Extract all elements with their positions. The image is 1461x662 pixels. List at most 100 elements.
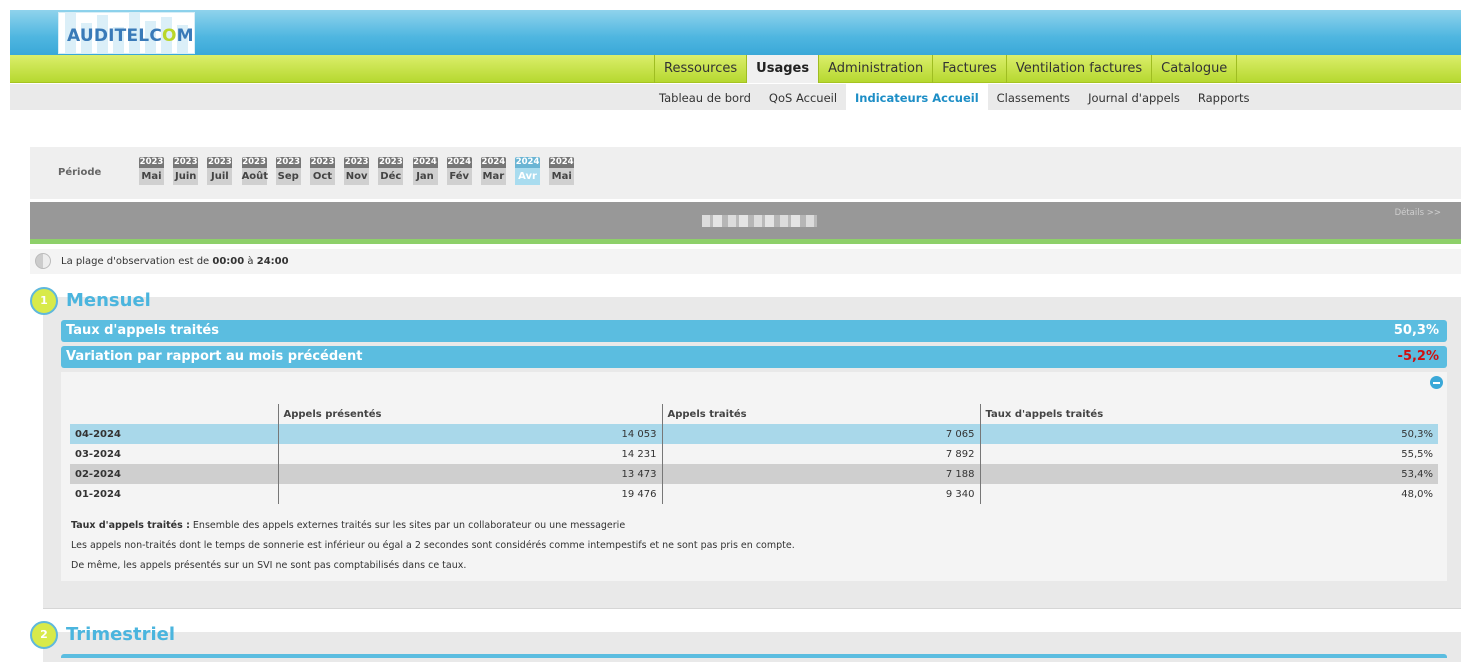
sub-nav-item-tableau-de-bord[interactable]: Tableau de bord <box>650 84 760 110</box>
month-name: Août <box>241 168 268 185</box>
monthly-details: Appels présentés Appels traités Taux d'a… <box>61 372 1447 581</box>
monthly-table: Appels présentés Appels traités Taux d'a… <box>70 404 1438 504</box>
month-button[interactable]: 2023 Sep <box>275 157 301 185</box>
section-number-badge: 1 <box>30 287 58 315</box>
table-cell-presented: 19 476 <box>277 484 662 504</box>
kpi-bar-partial <box>61 654 1447 658</box>
month-name: Mai <box>549 168 575 185</box>
month-button[interactable]: 2023 Mai <box>139 157 164 185</box>
month-name: Juil <box>207 168 233 185</box>
main-nav: Ressources Usages Administration Factures Ve… <box>10 55 1461 83</box>
table-cell-presented: 14 053 <box>277 424 662 444</box>
observation-text: La plage d'observation est de 00:00 à 24… <box>61 256 289 267</box>
month-year: 2023 <box>309 157 335 168</box>
kpi-label: Variation par rapport au mois précédent <box>66 349 363 364</box>
month-name: Oct <box>309 168 335 185</box>
column-header <box>70 404 278 424</box>
sub-nav-item-journal-d-appels[interactable]: Journal d'appels <box>1079 84 1189 110</box>
observation-end: 24:00 <box>256 256 289 267</box>
column-header: Taux d'appels traités <box>979 404 1438 424</box>
table-cell-rate: 55,5% <box>979 444 1438 464</box>
month-button[interactable]: 2023 Nov <box>344 157 370 185</box>
details-link[interactable]: Détails >> <box>1395 208 1441 218</box>
kpi-value: -5,2% <box>1397 349 1439 364</box>
month-year: 2023 <box>139 157 164 168</box>
month-button[interactable]: 2024 Mai <box>549 157 575 185</box>
table-cell-presented: 13 473 <box>277 464 662 484</box>
collapse-icon[interactable] <box>1430 376 1443 389</box>
month-year: 2023 <box>378 157 404 168</box>
month-button[interactable]: 2023 Déc <box>378 157 404 185</box>
auditelcom-logo[interactable]: AUDITELCOM <box>58 12 195 54</box>
table-cell-period: 04-2024 <box>70 424 278 444</box>
month-year: 2023 <box>275 157 301 168</box>
month-name: Mar <box>480 168 506 185</box>
month-year: 2023 <box>241 157 267 168</box>
table-cell-rate: 50,3% <box>979 424 1438 444</box>
observation-middle: à <box>247 256 254 267</box>
table-row: 04-2024 14 053 7 065 50,3% <box>70 424 1438 444</box>
month-name: Juin <box>173 168 199 185</box>
table-row: 03-2024 14 231 7 892 55,5% <box>70 444 1438 464</box>
month-button[interactable]: 2023 Juin <box>173 157 199 185</box>
main-nav-item-catalogue[interactable]: Catalogue <box>1151 55 1238 83</box>
month-name: Mai <box>139 168 164 185</box>
month-name: Fév <box>446 168 472 185</box>
table-cell-period: 01-2024 <box>75 488 121 500</box>
month-year: 2024 <box>412 157 438 168</box>
section-title: Mensuel <box>66 290 151 311</box>
table-cell-rate: 53,4% <box>979 464 1438 484</box>
main-nav-item-usages[interactable]: Usages <box>746 55 819 83</box>
table-header-row: Appels présentés Appels traités Taux d'a… <box>70 404 1438 424</box>
month-name: Jan <box>412 168 438 185</box>
sub-nav-item-rapports[interactable]: Rapports <box>1189 84 1259 110</box>
month-button[interactable]: 2024 Fév <box>446 157 472 185</box>
site-bar-accent-line <box>30 239 1461 244</box>
observation-range: La plage d'observation est de 00:00 à 24… <box>30 249 1461 274</box>
redacted-site-name <box>702 215 817 227</box>
sub-nav-item-qos-accueil[interactable]: QoS Accueil <box>760 84 846 110</box>
sub-nav-item-classements[interactable]: Classements <box>988 84 1079 110</box>
table-cell-presented: 14 231 <box>277 444 662 464</box>
observation-start: 00:00 <box>212 256 245 267</box>
main-nav-item-factures[interactable]: Factures <box>932 55 1006 83</box>
period-selector: Période 2023 Mai 2023 Juin 2023 Juil 2023 Août 2… <box>30 147 1461 199</box>
month-year: 2023 <box>344 157 370 168</box>
clock-icon <box>35 253 51 269</box>
note-term: Taux d'appels traités : <box>71 520 190 531</box>
main-nav-item-administration[interactable]: Administration <box>818 55 932 83</box>
kpi-label: Taux d'appels traités <box>66 323 219 338</box>
month-button[interactable]: 2024 Jan <box>412 157 438 185</box>
month-button[interactable]: 2023 Oct <box>309 157 335 185</box>
kpi-value: 50,3% <box>1393 323 1439 338</box>
section-number-badge: 2 <box>30 621 58 649</box>
month-year: 2024 <box>480 157 506 168</box>
sub-nav-item-indicateurs-accueil[interactable]: Indicateurs Accueil <box>846 84 988 110</box>
column-header: Appels traités <box>661 404 980 424</box>
section-title: Trimestriel <box>66 624 176 645</box>
table-row: 02-2024 13 473 7 188 53,4% <box>70 464 1438 484</box>
table-cell-handled: 7 188 <box>661 464 980 484</box>
quarterly-panel <box>43 632 1461 662</box>
note-definition-text: Ensemble des appels externes traités sur… <box>192 520 626 531</box>
table-row: 01-2024 19 476 9 340 48,0% <box>70 484 1438 504</box>
month-name: Nov <box>344 168 370 185</box>
month-button[interactable]: 2024 Mar <box>480 157 506 185</box>
main-nav-item-ventilation-factures[interactable]: Ventilation factures <box>1005 55 1151 83</box>
main-nav-item-ressources[interactable]: Ressources <box>654 55 746 83</box>
table-cell-handled: 9 340 <box>661 484 980 504</box>
note-definition: Taux d'appels traités : Ensemble des app… <box>71 516 795 536</box>
month-button[interactable]: 2024 Avr <box>515 157 541 185</box>
table-cell-period: 02-2024 <box>70 464 278 484</box>
month-year: 2024 <box>446 157 472 168</box>
month-list: 2023 Mai 2023 Juin 2023 Juil 2023 Août 2023 Sep 20… <box>139 157 583 185</box>
month-year: 2023 <box>173 157 199 168</box>
column-header: Appels présentés <box>277 404 662 424</box>
month-name: Avr <box>515 168 541 185</box>
kpi-handled-rate: Taux d'appels traités 50,3% <box>61 320 1447 342</box>
note-line: Les appels non-traités dont le temps de … <box>71 540 795 551</box>
month-button[interactable]: 2023 Juil <box>207 157 233 185</box>
table-cell-handled: 7 892 <box>661 444 980 464</box>
month-button[interactable]: 2023 Août <box>241 157 268 185</box>
observation-prefix: La plage d'observation est de <box>61 256 210 267</box>
